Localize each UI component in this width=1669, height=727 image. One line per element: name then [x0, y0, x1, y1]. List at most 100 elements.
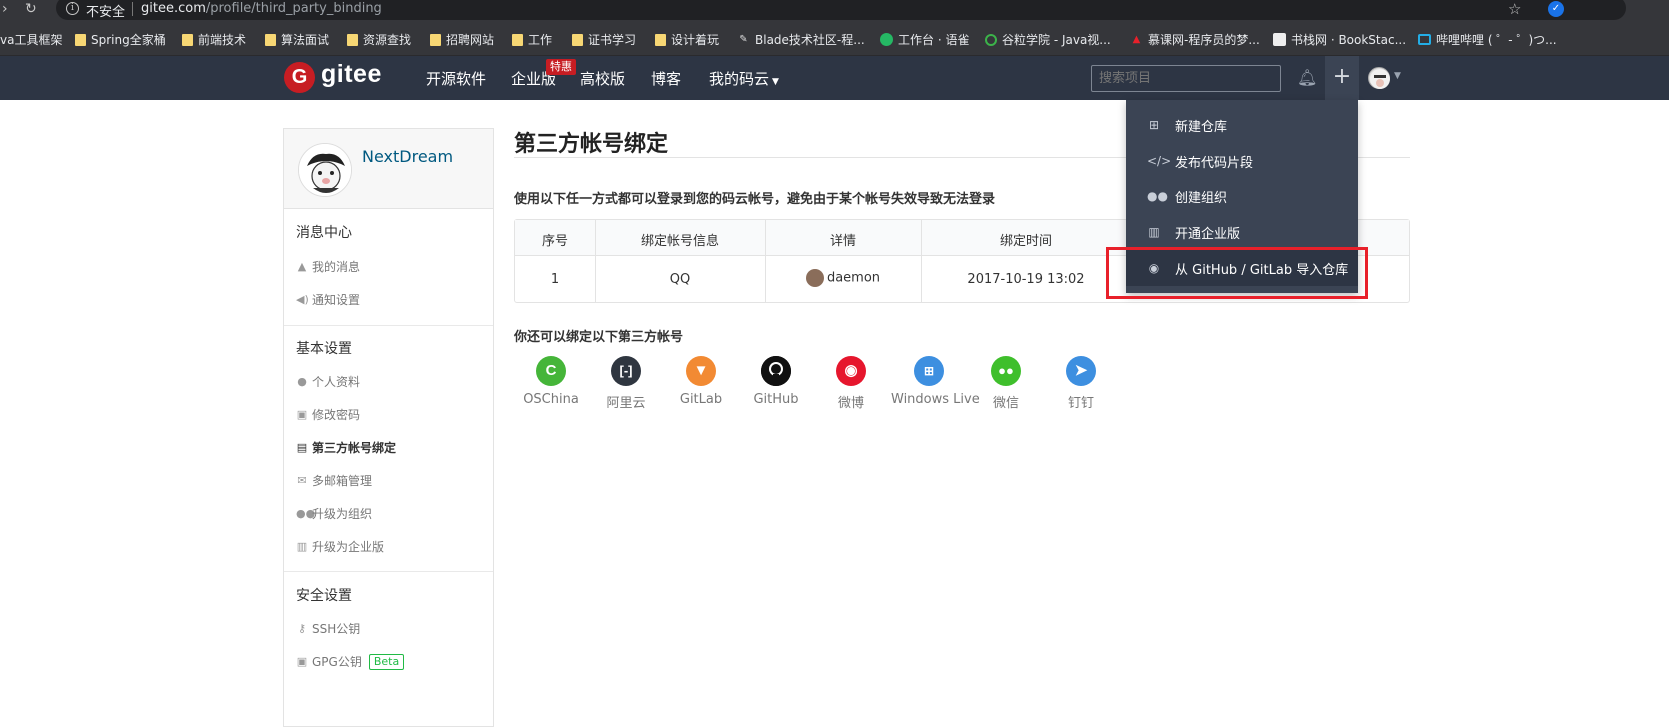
provider-github[interactable]: GitHub	[738, 356, 814, 407]
provider-label: OSChina	[523, 392, 579, 407]
bookmark-item[interactable]: 证书学习	[572, 31, 636, 48]
provider-oschina[interactable]: C OSChina	[513, 356, 589, 407]
github-icon: ◉	[1148, 261, 1160, 275]
provider-aliyun[interactable]: [-] 阿里云	[588, 356, 664, 411]
top-navbar	[0, 56, 1669, 100]
row-detail: daemon	[765, 269, 921, 287]
sidebar-item-upgrade-enterprise[interactable]: ▥ 升级为企业版	[296, 538, 384, 555]
folder-icon	[512, 33, 523, 46]
bookmark-item[interactable]: 招聘网站	[430, 31, 494, 48]
row-account: QQ	[669, 272, 691, 287]
github-icon	[761, 356, 791, 386]
bookmark-item[interactable]: 谷粒学院 - Java视...	[985, 31, 1111, 48]
sidebar-item-emails[interactable]: ✉ 多邮箱管理	[296, 472, 372, 489]
bookmark-item[interactable]: Spring全家桶	[75, 31, 166, 48]
avatar[interactable]	[1368, 67, 1390, 89]
url-text[interactable]: gitee.com/profile/third_party_binding	[141, 1, 382, 16]
bookmark-item[interactable]: 书栈网 · BookStac...	[1273, 31, 1406, 48]
menu-new-repo[interactable]: ⊞ 新建仓库	[1126, 107, 1358, 143]
sidebar-item-profile[interactable]: ● 个人资料	[296, 373, 360, 390]
bookmark-label: 谷粒学院 - Java视...	[1002, 33, 1111, 47]
search-input[interactable]	[1091, 65, 1281, 92]
windows-icon: ⊞	[914, 356, 944, 386]
nav-my-gitee-label: 我的码云	[709, 70, 770, 88]
gitee-logo-icon[interactable]: G	[284, 62, 315, 93]
oschina-icon: C	[536, 356, 566, 386]
sidebar-item-third-party-binding[interactable]: ▤ 第三方帐号绑定	[296, 439, 396, 456]
bookmark-label: 前端技术	[198, 33, 247, 47]
menu-import-from-github-gitlab[interactable]: ◉ 从 GitHub / GitLab 导入仓库	[1126, 250, 1358, 286]
sidebar-item-label: 第三方帐号绑定	[312, 441, 397, 455]
bookmark-item[interactable]: 资源查找	[347, 31, 411, 48]
menu-create-org[interactable]: ●● 创建组织	[1126, 178, 1358, 214]
header-index: 序号	[541, 234, 568, 249]
bell-icon[interactable]: 🔔︎	[1297, 68, 1317, 87]
chevron-down-icon[interactable]: ▼	[1394, 71, 1401, 81]
browser-profile-icon[interactable]: ✓	[1548, 1, 1564, 17]
menu-enterprise[interactable]: ▥ 开通企业版	[1126, 214, 1358, 250]
avatar[interactable]	[298, 143, 352, 197]
reload-icon[interactable]: ↻	[25, 1, 37, 17]
sidebar-item-label: 我的消息	[312, 260, 361, 274]
sidebar-item-ssh-keys[interactable]: ⚷ SSH公钥	[296, 620, 360, 637]
browser-address-bar: › ↻ i 不安全 gitee.com/profile/third_party_…	[0, 0, 1669, 20]
url-separator	[132, 2, 133, 16]
url-host: gitee.com	[141, 1, 206, 16]
sidebar-item-password[interactable]: ▣ 修改密码	[296, 406, 360, 423]
bookmark-item[interactable]: 工作台 · 语雀	[880, 31, 969, 48]
user-block: NextDream	[284, 129, 493, 209]
nav-blog[interactable]: 博客	[651, 68, 681, 89]
divider	[284, 325, 493, 326]
bookmark-item[interactable]: 哔哩哔哩 ( ゜- ゜)つ...	[1418, 31, 1557, 48]
section-title-security: 安全设置	[296, 588, 352, 604]
gitee-logo-text[interactable]: gitee	[321, 60, 382, 89]
provider-gitlab[interactable]: ▼ GitLab	[663, 356, 739, 407]
sidebar-item-label: SSH公钥	[312, 622, 361, 636]
bookmark-item[interactable]: 前端技术	[182, 31, 246, 48]
bookmark-item[interactable]: ✎ Blade技术社区-程...	[737, 31, 865, 48]
menu-item-label: 开通企业版	[1175, 226, 1241, 242]
bell-icon: ▲	[297, 260, 307, 273]
bookmark-label: 资源查找	[363, 33, 412, 47]
bookmark-item[interactable]: 工作	[512, 31, 552, 48]
provider-windows-live[interactable]: ⊞ Windows Live	[891, 356, 980, 407]
nav-my-gitee[interactable]: 我的码云 ▼	[709, 68, 779, 89]
users-icon: ●●	[1147, 189, 1168, 203]
provider-weibo[interactable]: ◉ 微博	[813, 356, 889, 411]
more-providers-title: 你还可以绑定以下第三方帐号	[514, 330, 684, 345]
sidebar-item-upgrade-org[interactable]: ●● 升级为组织	[296, 505, 372, 522]
bookmark-label: 设计着玩	[671, 33, 720, 47]
aliyun-icon: [-]	[611, 356, 641, 386]
create-plus-button[interactable]: +	[1325, 56, 1359, 100]
menu-new-snippet[interactable]: </> 发布代码片段	[1126, 143, 1358, 179]
bookmark-label: 证书学习	[588, 33, 637, 47]
sidebar-item-label: GPG公钥	[312, 655, 362, 669]
guli-icon	[985, 33, 997, 46]
building-icon: ▥	[1148, 225, 1160, 239]
provider-dingtalk[interactable]: ➤ 钉钉	[1043, 356, 1119, 411]
bookmark-label: 书栈网 · BookStac...	[1291, 33, 1407, 47]
lock-icon: ▣	[296, 655, 308, 668]
provider-wechat[interactable]: ●● 微信	[968, 356, 1044, 411]
bookmark-item[interactable]: ▲ 慕课网-程序员的梦...	[1130, 31, 1260, 48]
users-icon: ●●	[296, 507, 316, 520]
bookmark-item[interactable]: 算法面试	[265, 31, 329, 48]
forward-icon[interactable]: ›	[2, 1, 8, 17]
sidebar-item-label: 多邮箱管理	[312, 474, 373, 488]
bookmark-item[interactable]: 设计着玩	[655, 31, 719, 48]
avatar	[805, 269, 824, 287]
create-dropdown-menu: ⊞ 新建仓库 </> 发布代码片段 ●● 创建组织 ▥ 开通企业版 ◉ 从 GitHub …	[1126, 100, 1358, 293]
menu-item-label: 从 GitHub / GitLab 导入仓库	[1175, 262, 1349, 278]
nav-open-source[interactable]: 开源软件	[426, 68, 486, 89]
bookmark-star-icon[interactable]: ☆	[1508, 0, 1521, 18]
bookmark-item[interactable]: va工具框架	[0, 31, 62, 48]
row-index: 1	[550, 272, 560, 287]
nav-university[interactable]: 高校版	[580, 68, 625, 89]
sidebar-item-my-messages[interactable]: ▲ 我的消息	[296, 258, 360, 275]
bookmark-label: Blade技术社区-程...	[755, 33, 865, 47]
folder-icon	[75, 33, 86, 46]
sidebar-username[interactable]: NextDream	[362, 147, 453, 166]
sidebar-item-gpg-keys[interactable]: ▣ GPG公钥 Beta	[296, 653, 405, 670]
sidebar-item-notification-settings[interactable]: ◀) 通知设置	[296, 291, 360, 308]
info-icon[interactable]: i	[66, 2, 79, 15]
